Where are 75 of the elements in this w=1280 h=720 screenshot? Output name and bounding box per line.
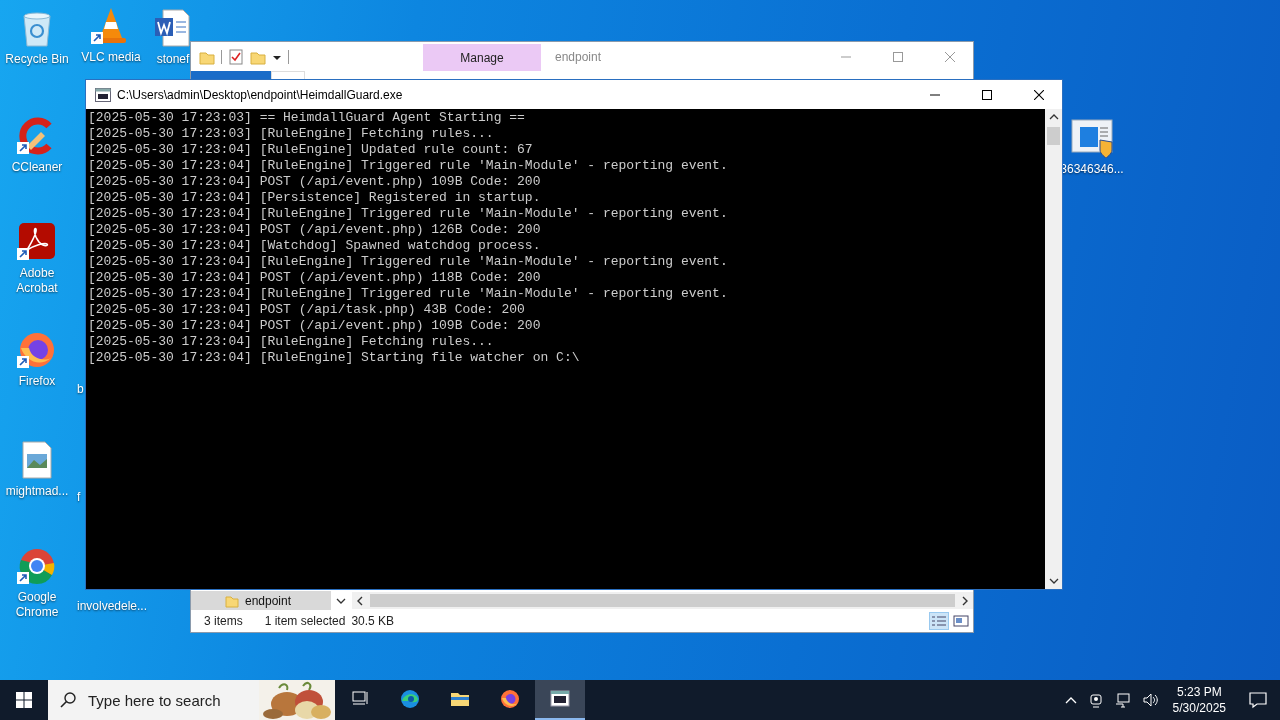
console-line: [2025-05-30 17:23:04] [RuleEngine] Starting file watcher on C:\ xyxy=(88,350,581,366)
scroll-left-icon[interactable] xyxy=(356,595,364,606)
status-text: 3 items xyxy=(204,614,243,628)
maximize-icon xyxy=(893,51,903,62)
console-icon xyxy=(550,689,570,709)
desktop-icon-label[interactable]: Recycle Bin xyxy=(5,52,69,67)
browser-icon xyxy=(500,689,520,709)
folder-icon xyxy=(225,593,239,608)
desktop-icon-label[interactable]: 36346346... xyxy=(1060,162,1124,177)
console-line: [2025-05-30 17:23:04] POST (/api/event.php) 109B Code: 200 xyxy=(88,174,542,190)
scroll-down-icon[interactable] xyxy=(1048,577,1059,585)
thumbnail-view-button[interactable] xyxy=(951,612,971,630)
taskbar-app-button[interactable] xyxy=(535,680,585,720)
console-icon xyxy=(95,87,111,102)
console-line: [2025-05-30 17:23:04] [RuleEngine] Triggered rule 'Main-Module' - reporting event. xyxy=(88,286,729,302)
window-shield-icon[interactable] xyxy=(1070,118,1114,158)
pdf-icon[interactable] xyxy=(17,222,57,262)
scroll-thumb[interactable] xyxy=(1047,127,1060,145)
desktop-icon-label[interactable]: CCleaner xyxy=(11,160,63,175)
desktop-icon-label[interactable]: VLC media xyxy=(81,50,141,65)
window-title: C:\Users\admin\Desktop\endpoint\HeimdallGuard.exe xyxy=(117,87,403,102)
network-icon[interactable] xyxy=(1114,692,1131,708)
camera-icon[interactable] xyxy=(1088,692,1103,708)
scroll-right-icon[interactable] xyxy=(961,595,969,606)
console-line: [2025-05-30 17:23:04] [RuleEngine] Fetching rules... xyxy=(88,334,495,350)
desktop-icon-label[interactable]: involvedele... xyxy=(76,599,147,614)
desktop-icon-label[interactable]: Google Chrome xyxy=(7,590,67,620)
status-text: 1 item selected xyxy=(264,614,346,628)
chevron-up-icon[interactable] xyxy=(1064,696,1077,704)
desktop-icon-label[interactable]: stonef xyxy=(156,52,190,67)
maximize-icon xyxy=(982,89,992,100)
document-icon[interactable] xyxy=(153,8,193,48)
search-icon xyxy=(60,692,76,708)
desktop-icon-label[interactable]: f xyxy=(77,490,81,505)
console-line: [2025-05-30 17:23:04] [Watchdog] Spawned watchdog process. xyxy=(88,238,542,254)
close-icon xyxy=(1034,89,1044,100)
window-title: endpoint xyxy=(555,49,602,64)
browser-icon[interactable] xyxy=(17,546,57,586)
scroll-up-icon[interactable] xyxy=(1048,113,1059,121)
details-view-icon xyxy=(931,615,947,627)
browser-icon xyxy=(400,689,420,709)
console-line: [2025-05-30 17:23:04] [RuleEngine] Updated rule count: 67 xyxy=(88,142,534,158)
search-field[interactable]: Type here to search xyxy=(86,690,249,710)
console-line: [2025-05-30 17:23:04] [Persistence] Registered in startup. xyxy=(88,190,542,206)
console-line: [2025-05-30 17:23:04] [RuleEngine] Triggered rule 'Main-Module' - reporting event. xyxy=(88,158,729,174)
console-line: [2025-05-30 17:23:04] POST (/api/event.php) 118B Code: 200 xyxy=(88,270,542,286)
windows-logo-icon xyxy=(16,692,32,708)
checklist-icon[interactable] xyxy=(228,48,244,65)
thumbnail-view-icon xyxy=(953,615,969,627)
vertical-scrollbar[interactable] xyxy=(1045,109,1062,589)
desktop-icon-label[interactable]: Adobe Acrobat xyxy=(7,266,67,296)
browser-icon[interactable] xyxy=(17,330,57,370)
chevron-down-icon[interactable] xyxy=(336,596,346,605)
console-line: [2025-05-30 17:23:04] [RuleEngine] Triggered rule 'Main-Module' - reporting event. xyxy=(88,254,729,270)
console-line: [2025-05-30 17:23:04] POST (/api/task.php) 43B Code: 200 xyxy=(88,302,526,318)
close-icon xyxy=(945,51,955,62)
notification-icon xyxy=(1249,691,1267,709)
desktop-icon-label[interactable]: mightmad... xyxy=(5,484,69,499)
horizontal-scrollbar[interactable] xyxy=(352,592,973,609)
desktop-icon-label[interactable]: b xyxy=(77,382,84,397)
status-text: 30.5 KB xyxy=(351,614,395,628)
desktop-icon-label[interactable]: Firefox xyxy=(18,374,56,389)
ribbon-tab[interactable]: Manage xyxy=(423,44,541,71)
console-line: [2025-05-30 17:23:04] [RuleEngine] Triggered rule 'Main-Module' - reporting event. xyxy=(88,206,729,222)
console-line: [2025-05-30 17:23:03] == HeimdallGuard Agent Starting == xyxy=(88,110,526,126)
search-box[interactable]: Type here to search xyxy=(48,680,335,720)
console-line: [2025-05-30 17:23:04] POST (/api/event.php) 109B Code: 200 xyxy=(88,318,542,334)
console-line: [2025-05-30 17:23:03] [RuleEngine] Fetching rules... xyxy=(88,126,495,142)
clock-date: 5/30/2025 xyxy=(1172,700,1226,716)
speaker-icon[interactable] xyxy=(1142,692,1159,708)
clock-time: 5:23 PM xyxy=(1176,684,1222,700)
scroll-thumb[interactable] xyxy=(370,594,955,607)
nav-pane-item[interactable]: endpoint xyxy=(191,591,331,610)
console-line: [2025-05-30 17:23:04] POST (/api/event.php) 126B Code: 200 xyxy=(88,222,542,238)
clock[interactable]: 5:23 PM 5/30/2025 xyxy=(1172,684,1226,716)
